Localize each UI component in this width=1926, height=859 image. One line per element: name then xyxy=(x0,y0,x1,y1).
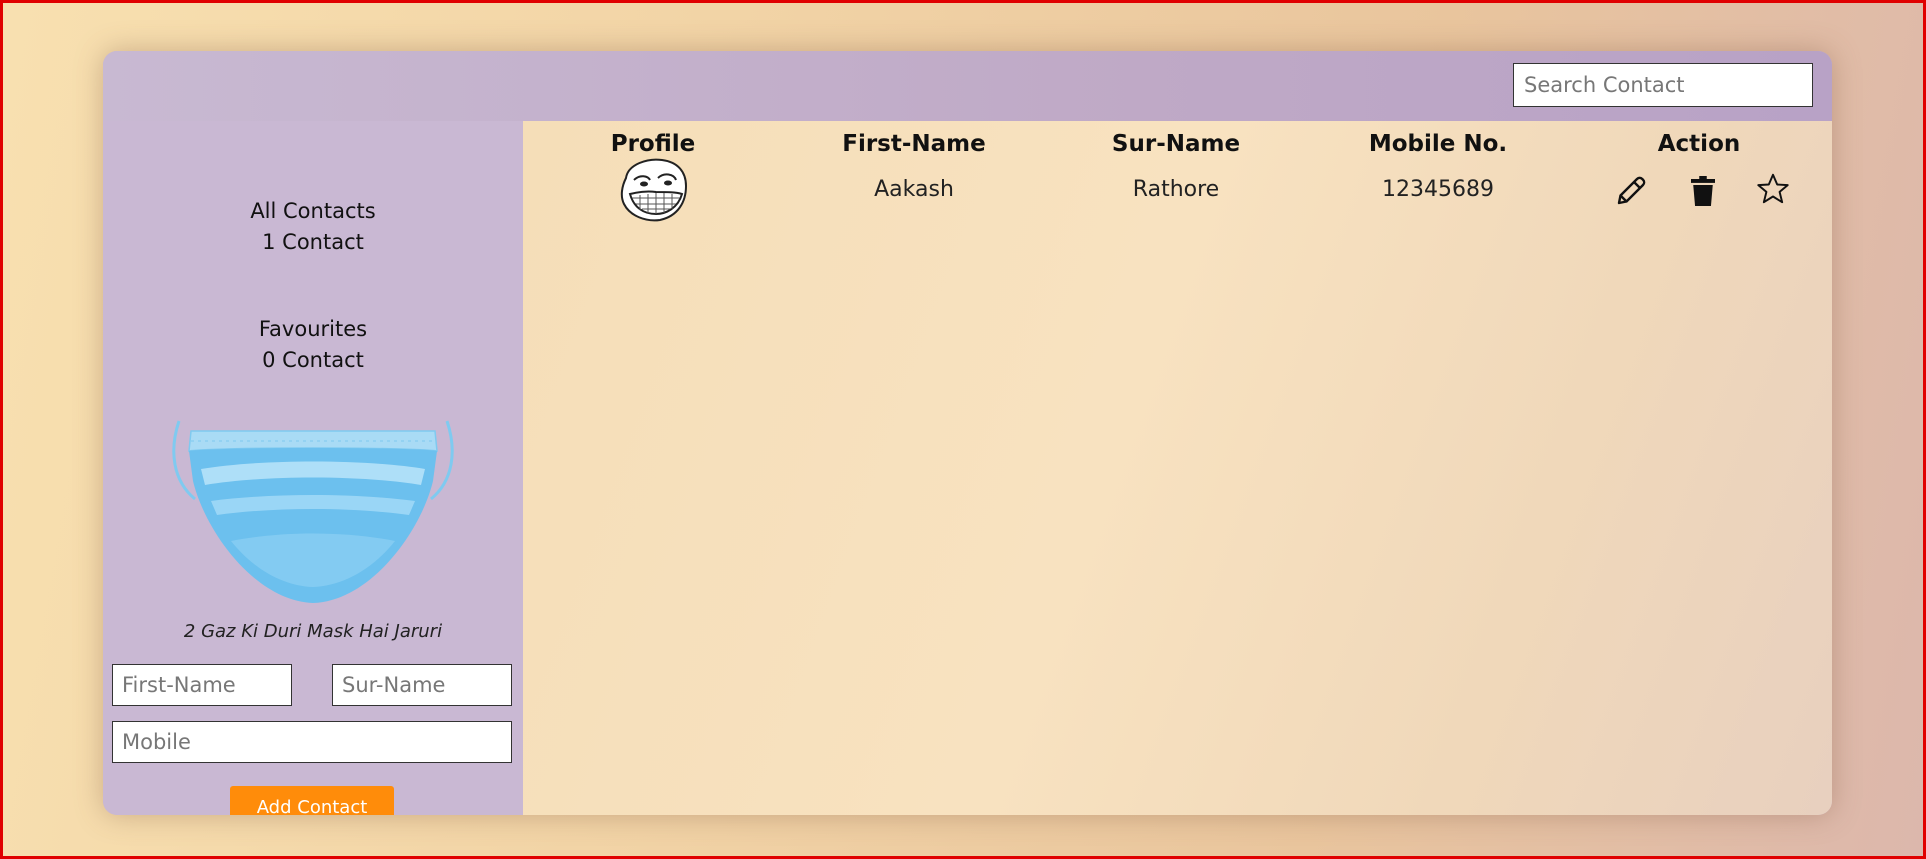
all-contacts-stat[interactable]: All Contacts 1 Contact xyxy=(103,196,523,258)
favourites-label: Favourites xyxy=(258,317,368,341)
edit-icon[interactable] xyxy=(1613,173,1649,209)
column-header-action: Action xyxy=(1657,131,1741,157)
contacts-table: Profile First-Name Sur-Name Mobile No. A… xyxy=(523,121,1832,815)
column-header-sur-name: Sur-Name xyxy=(1111,131,1241,157)
all-contacts-label: All Contacts xyxy=(250,199,376,223)
cell-mobile: 12345689 xyxy=(1382,177,1494,202)
add-contact-button[interactable]: Add Contact xyxy=(230,786,394,815)
column-header-mobile: Mobile No. xyxy=(1368,131,1508,157)
cell-first-name: Aakash xyxy=(874,177,954,202)
column-header-profile: Profile xyxy=(610,131,696,157)
delete-icon[interactable] xyxy=(1685,173,1721,209)
sidebar: All Contacts 1 Contact Favourites 0 Cont… xyxy=(103,121,523,815)
slogan-text: 2 Gaz Ki Duri Mask Hai Jaruri xyxy=(183,621,443,642)
contacts-app: All Contacts 1 Contact Favourites 0 Cont… xyxy=(103,51,1832,815)
all-contacts-count: 1 Contact xyxy=(262,230,364,254)
star-icon[interactable] xyxy=(1755,171,1791,207)
column-header-first-name: First-Name xyxy=(842,131,986,157)
mobile-field[interactable] xyxy=(112,721,512,763)
first-name-field[interactable] xyxy=(112,664,292,706)
troll-face-avatar xyxy=(620,158,688,222)
favourites-count: 0 Contact xyxy=(262,348,364,372)
search-input[interactable] xyxy=(1513,63,1813,107)
cell-sur-name: Rathore xyxy=(1132,177,1220,202)
face-mask-icon xyxy=(172,420,454,603)
favourites-stat[interactable]: Favourites 0 Contact xyxy=(103,314,523,376)
sur-name-field[interactable] xyxy=(332,664,512,706)
top-bar xyxy=(103,51,1832,121)
